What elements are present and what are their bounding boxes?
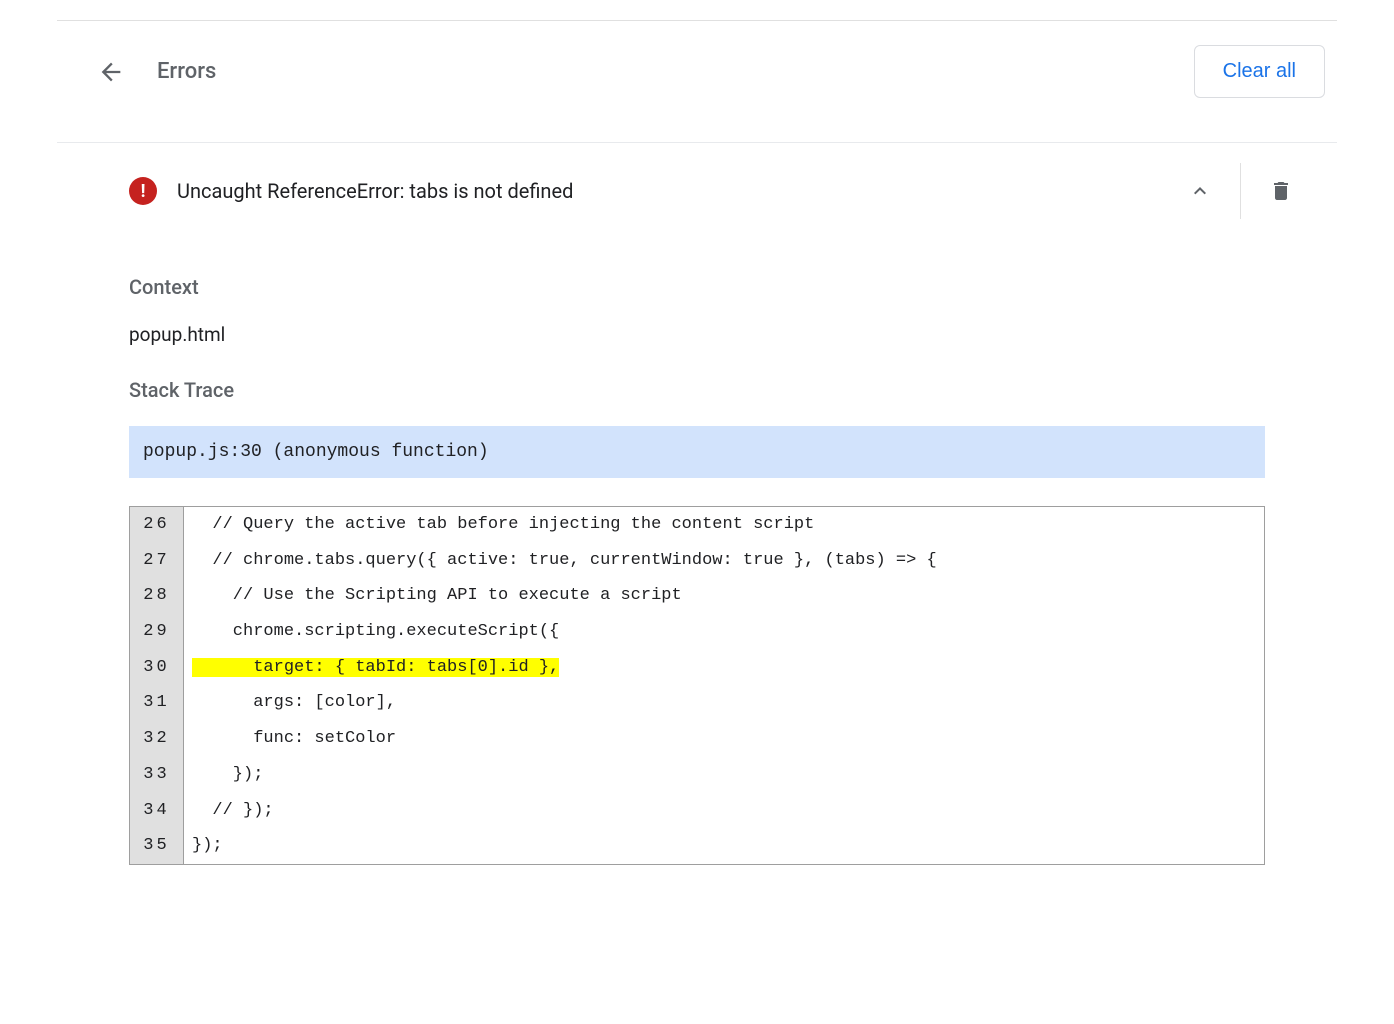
arrow-left-icon — [97, 58, 125, 86]
stack-trace-heading: Stack Trace — [129, 378, 1265, 402]
line-content: // }); — [184, 793, 1264, 829]
line-content: chrome.scripting.executeScript({ — [184, 614, 1264, 650]
error-details: Context popup.html Stack Trace popup.js:… — [57, 239, 1337, 905]
line-number: 27 — [130, 543, 184, 579]
code-line: 26 // Query the active tab before inject… — [130, 507, 1264, 543]
clear-all-button[interactable]: Clear all — [1194, 45, 1325, 98]
delete-button[interactable] — [1241, 163, 1321, 219]
errors-panel: Errors Clear all ! Uncaught ReferenceErr… — [57, 20, 1337, 905]
line-content: }); — [184, 828, 1264, 864]
error-message: Uncaught ReferenceError: tabs is not def… — [177, 179, 573, 203]
line-number: 34 — [130, 793, 184, 829]
code-block: 26 // Query the active tab before inject… — [129, 506, 1265, 865]
error-row: ! Uncaught ReferenceError: tabs is not d… — [57, 143, 1337, 239]
line-content: // Query the active tab before injecting… — [184, 507, 1264, 543]
code-line: 32 func: setColor — [130, 721, 1264, 757]
line-content: // chrome.tabs.query({ active: true, cur… — [184, 543, 1264, 579]
code-line: 34 // }); — [130, 793, 1264, 829]
context-value: popup.html — [129, 323, 1265, 346]
line-number: 33 — [130, 757, 184, 793]
page-title: Errors — [157, 59, 216, 84]
stack-trace-location[interactable]: popup.js:30 (anonymous function) — [129, 426, 1265, 478]
line-content: args: [color], — [184, 685, 1264, 721]
line-number: 28 — [130, 578, 184, 614]
line-content: }); — [184, 757, 1264, 793]
back-button[interactable] — [97, 58, 125, 86]
code-line: 31 args: [color], — [130, 685, 1264, 721]
code-line: 35}); — [130, 828, 1264, 864]
line-content: target: { tabId: tabs[0].id }, — [184, 650, 1264, 686]
error-row-left: ! Uncaught ReferenceError: tabs is not d… — [129, 177, 573, 205]
code-line: 29 chrome.scripting.executeScript({ — [130, 614, 1264, 650]
code-line: 30 target: { tabId: tabs[0].id }, — [130, 650, 1264, 686]
header: Errors Clear all — [57, 21, 1337, 122]
code-line: 28 // Use the Scripting API to execute a… — [130, 578, 1264, 614]
chevron-up-icon — [1188, 179, 1212, 203]
line-content: func: setColor — [184, 721, 1264, 757]
error-icon: ! — [129, 177, 157, 205]
trash-icon — [1269, 179, 1293, 203]
code-line: 27 // chrome.tabs.query({ active: true, … — [130, 543, 1264, 579]
line-content: // Use the Scripting API to execute a sc… — [184, 578, 1264, 614]
line-number: 29 — [130, 614, 184, 650]
code-line: 33 }); — [130, 757, 1264, 793]
line-number: 31 — [130, 685, 184, 721]
line-number: 26 — [130, 507, 184, 543]
line-number: 35 — [130, 828, 184, 864]
collapse-button[interactable] — [1160, 163, 1240, 219]
error-actions — [1160, 163, 1321, 219]
header-left: Errors — [97, 58, 216, 86]
context-heading: Context — [129, 275, 1265, 299]
line-number: 30 — [130, 650, 184, 686]
line-number: 32 — [130, 721, 184, 757]
